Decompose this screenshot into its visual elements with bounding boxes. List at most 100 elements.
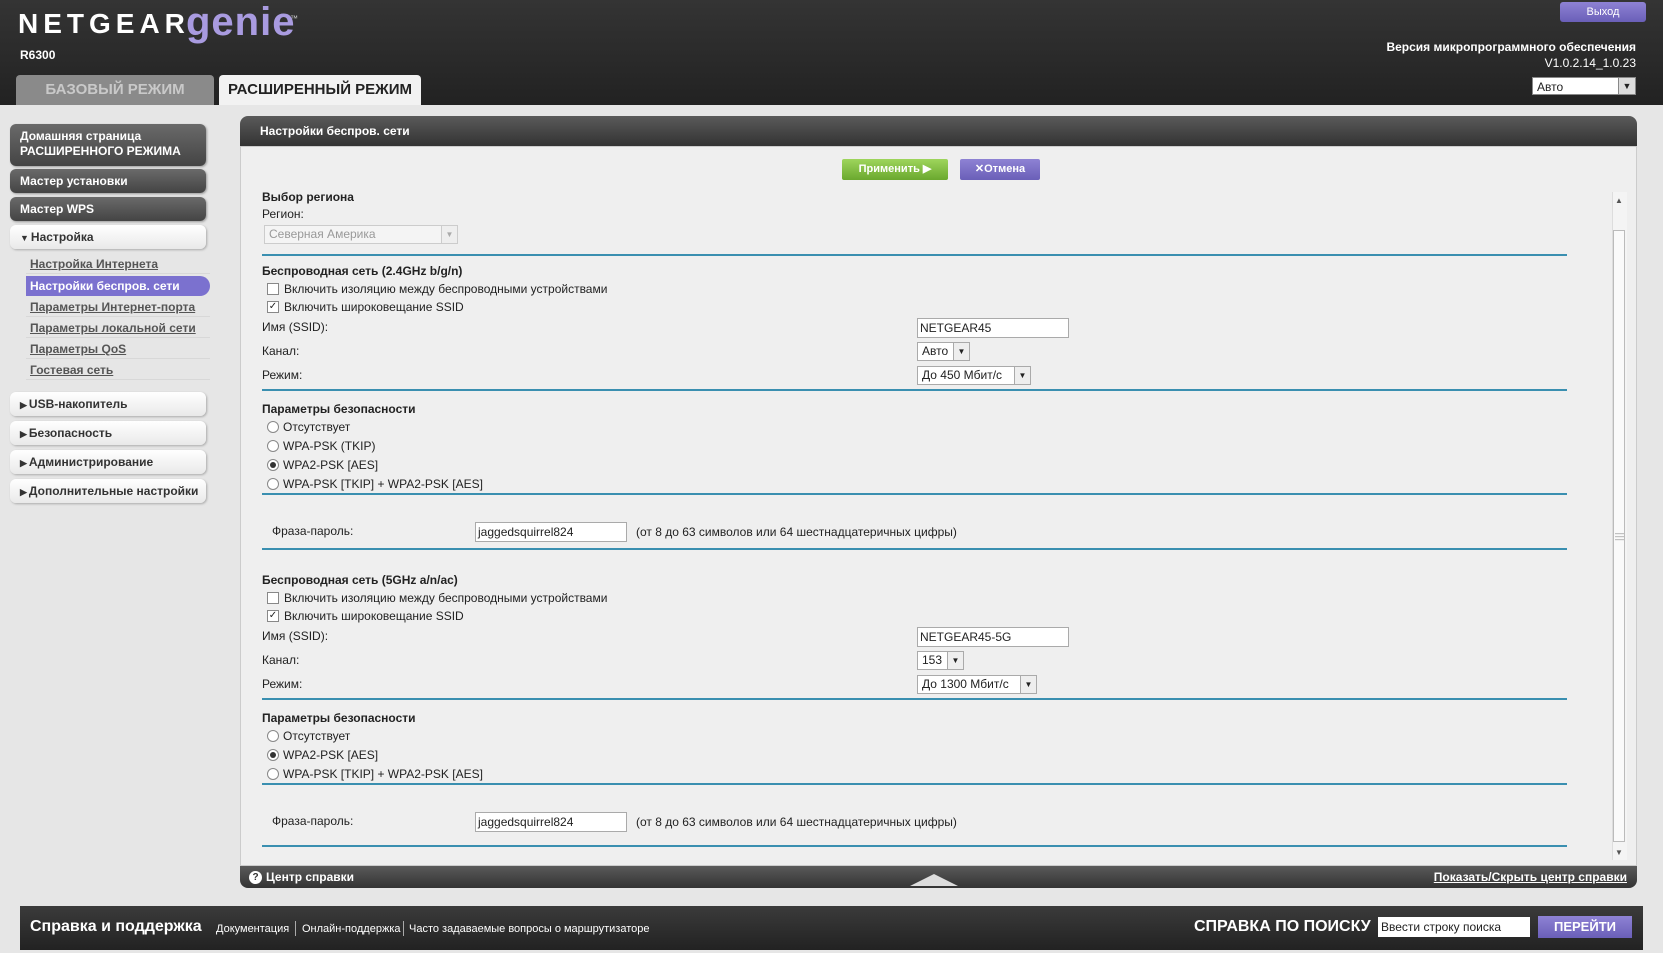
sidebar-item-qos[interactable]: Параметры QoS	[26, 339, 210, 359]
router-model: R6300	[20, 48, 56, 62]
wifi5-channel-select[interactable]: 153 ▼	[917, 651, 964, 670]
search-help-title: СПРАВКА ПО ПОИСКУ	[1194, 918, 1371, 935]
chevron-down-icon[interactable]: ▼	[947, 652, 963, 669]
tab-basic-mode[interactable]: БАЗОВЫЙ РЕЖИМ	[16, 75, 214, 105]
checkmark-icon: ✓	[268, 301, 278, 312]
wifi5-security-mixed-label: WPA-PSK [TKIP] + WPA2-PSK [AES]	[283, 767, 483, 781]
triangle-right-icon: ▶	[20, 429, 27, 439]
wifi24-broadcast-checkbox[interactable]: ✓	[267, 301, 279, 313]
expand-up-icon[interactable]	[910, 874, 958, 886]
footer-link-online-support[interactable]: Онлайн-поддержка	[302, 923, 400, 935]
cancel-button[interactable]: ✕Отмена	[960, 159, 1040, 180]
firmware-version: V1.0.2.14_1.0.23	[1544, 56, 1636, 70]
genie-logo: genie	[186, 0, 296, 44]
footer-link-faq[interactable]: Часто задаваемые вопросы о маршрутизатор…	[409, 923, 650, 935]
wifi24-heading: Беспроводная сеть (2.4GHz b/g/n)	[262, 264, 463, 278]
netgear-logo: NETGEAR	[18, 8, 190, 39]
wifi5-ssid-input[interactable]: NETGEAR45-5G	[917, 627, 1069, 647]
region-heading: Выбор региона	[262, 190, 354, 204]
wifi5-security-none-label: Отсутствует	[283, 729, 351, 743]
firmware-label: Версия микропрограммного обеспечения	[1386, 40, 1636, 54]
wifi24-passphrase-input[interactable]: jaggedsquirrel824	[475, 522, 627, 542]
help-center-bar: ? Центр справки Показать/Скрыть центр сп…	[240, 866, 1637, 888]
chevron-down-icon: ▼	[441, 226, 457, 243]
apply-button[interactable]: Применить ▶	[842, 159, 948, 180]
divider	[295, 921, 296, 936]
divider	[262, 845, 1567, 847]
tab-advanced-mode[interactable]: РАСШИРЕННЫЙ РЕЖИМ	[219, 75, 421, 105]
wifi24-passphrase-label: Фраза-пароль:	[272, 524, 354, 538]
wifi24-security-wpa2-aes-radio[interactable]	[267, 459, 279, 471]
wifi5-passphrase-input[interactable]: jaggedsquirrel824	[475, 812, 627, 832]
chevron-down-icon[interactable]: ▼	[1020, 676, 1036, 693]
chevron-down-icon[interactable]: ▼	[1014, 367, 1030, 384]
chevron-down-icon[interactable]: ▼	[953, 343, 969, 360]
sidebar-item-wan-setup[interactable]: Параметры Интернет-порта	[26, 297, 210, 317]
help-center-toggle-link[interactable]: Показать/Скрыть центр справки	[1434, 870, 1627, 884]
wifi5-security-none-radio[interactable]	[267, 730, 279, 742]
help-icon[interactable]: ?	[249, 871, 262, 884]
wifi24-mode-value: До 450 Мбит/с	[922, 368, 1003, 382]
scroll-up-icon[interactable]: ▲	[1613, 196, 1625, 205]
wifi5-channel-label: Канал:	[262, 653, 300, 667]
wifi5-channel-value: 153	[922, 653, 943, 667]
wifi5-security-heading: Параметры безопасности	[262, 711, 416, 725]
wifi5-mode-select[interactable]: До 1300 Мбит/с ▼	[917, 675, 1037, 694]
sidebar-advanced-label: Дополнительные настройки	[28, 484, 199, 498]
wifi24-security-none-radio[interactable]	[267, 421, 279, 433]
sidebar-setup-wizard[interactable]: Мастер установки	[10, 169, 206, 193]
sidebar-administration[interactable]: ▶ Администрирование	[10, 450, 206, 474]
sidebar-item-guest-network[interactable]: Гостевая сеть	[26, 360, 210, 380]
wifi24-security-none-label: Отсутствует	[283, 420, 351, 434]
wifi24-channel-value: Авто	[922, 344, 949, 358]
cancel-label: Отмена	[984, 163, 1026, 175]
wifi24-channel-select[interactable]: Авто ▼	[917, 342, 970, 361]
divider	[262, 783, 1567, 785]
logout-button[interactable]: Выход	[1560, 2, 1646, 22]
wifi5-security-mixed-radio[interactable]	[267, 768, 279, 780]
wifi24-security-mixed-radio[interactable]	[267, 478, 279, 490]
wifi24-ssid-input[interactable]: NETGEAR45	[917, 318, 1069, 338]
sidebar-security-label: Безопасность	[28, 426, 113, 440]
divider	[262, 698, 1567, 700]
wifi5-isolation-checkbox[interactable]	[267, 592, 279, 604]
triangle-right-icon: ▶	[20, 400, 27, 410]
wifi24-security-wpa-tkip-radio[interactable]	[267, 440, 279, 452]
sidebar-item-wireless-settings[interactable]: Настройки беспров. сети	[26, 276, 210, 296]
wifi24-mode-select[interactable]: До 450 Мбит/с ▼	[917, 366, 1031, 385]
help-center-label[interactable]: Центр справки	[266, 870, 354, 884]
wireless-settings-form: Выбор региона Регион: Северная Америка ▼…	[262, 190, 1572, 862]
search-go-button[interactable]: ПЕРЕЙТИ	[1538, 916, 1632, 938]
sidebar-security[interactable]: ▶ Безопасность	[10, 421, 206, 445]
scrollbar-grip-icon: — — —	[1615, 528, 1624, 544]
wifi24-isolation-checkbox[interactable]	[267, 283, 279, 295]
wifi5-passphrase-label: Фраза-пароль:	[272, 814, 354, 828]
triangle-right-icon: ▶	[20, 487, 27, 497]
footer-title: Справка и поддержка	[30, 918, 202, 935]
sidebar-home-line1: Домашняя страница	[20, 129, 142, 143]
wifi24-isolation-label: Включить изоляцию между беспроводными ус…	[284, 282, 608, 296]
chevron-down-icon[interactable]: ▼	[1618, 78, 1635, 94]
wifi24-ssid-label: Имя (SSID):	[262, 320, 329, 334]
sidebar-wps-wizard[interactable]: Мастер WPS	[10, 197, 206, 221]
wifi5-passphrase-hint: (от 8 до 63 символов или 64 шестнадцатер…	[636, 815, 957, 829]
region-value: Северная Америка	[269, 227, 376, 241]
wifi24-channel-label: Канал:	[262, 344, 300, 358]
scroll-down-icon[interactable]: ▼	[1613, 848, 1625, 857]
wifi24-broadcast-label: Включить широковещание SSID	[284, 300, 464, 314]
sidebar-usb-storage[interactable]: ▶ USB-накопитель	[10, 392, 206, 416]
region-select: Северная Америка ▼	[264, 225, 458, 244]
wifi24-security-heading: Параметры безопасности	[262, 402, 416, 416]
sidebar-item-lan-setup[interactable]: Параметры локальной сети	[26, 318, 210, 338]
wifi5-security-wpa2-aes-radio[interactable]	[267, 749, 279, 761]
sidebar-setup[interactable]: ▼ Настройка	[10, 225, 206, 249]
sidebar-advanced-home[interactable]: Домашняя страница РАСШИРЕННОГО РЕЖИМА	[10, 124, 206, 166]
footer-link-documentation[interactable]: Документация	[216, 923, 289, 935]
sidebar-home-line2: РАСШИРЕННОГО РЕЖИМА	[20, 144, 181, 158]
sidebar-item-internet-setup[interactable]: Настройка Интернета	[26, 254, 210, 274]
search-input[interactable]: Ввести строку поиска	[1378, 917, 1530, 937]
wifi5-broadcast-checkbox[interactable]: ✓	[267, 610, 279, 622]
wifi24-security-wpa2-aes-label: WPA2-PSK [AES]	[283, 458, 379, 472]
sidebar-advanced-setup[interactable]: ▶ Дополнительные настройки	[10, 479, 206, 503]
language-select[interactable]: Авто ▼	[1532, 77, 1636, 95]
